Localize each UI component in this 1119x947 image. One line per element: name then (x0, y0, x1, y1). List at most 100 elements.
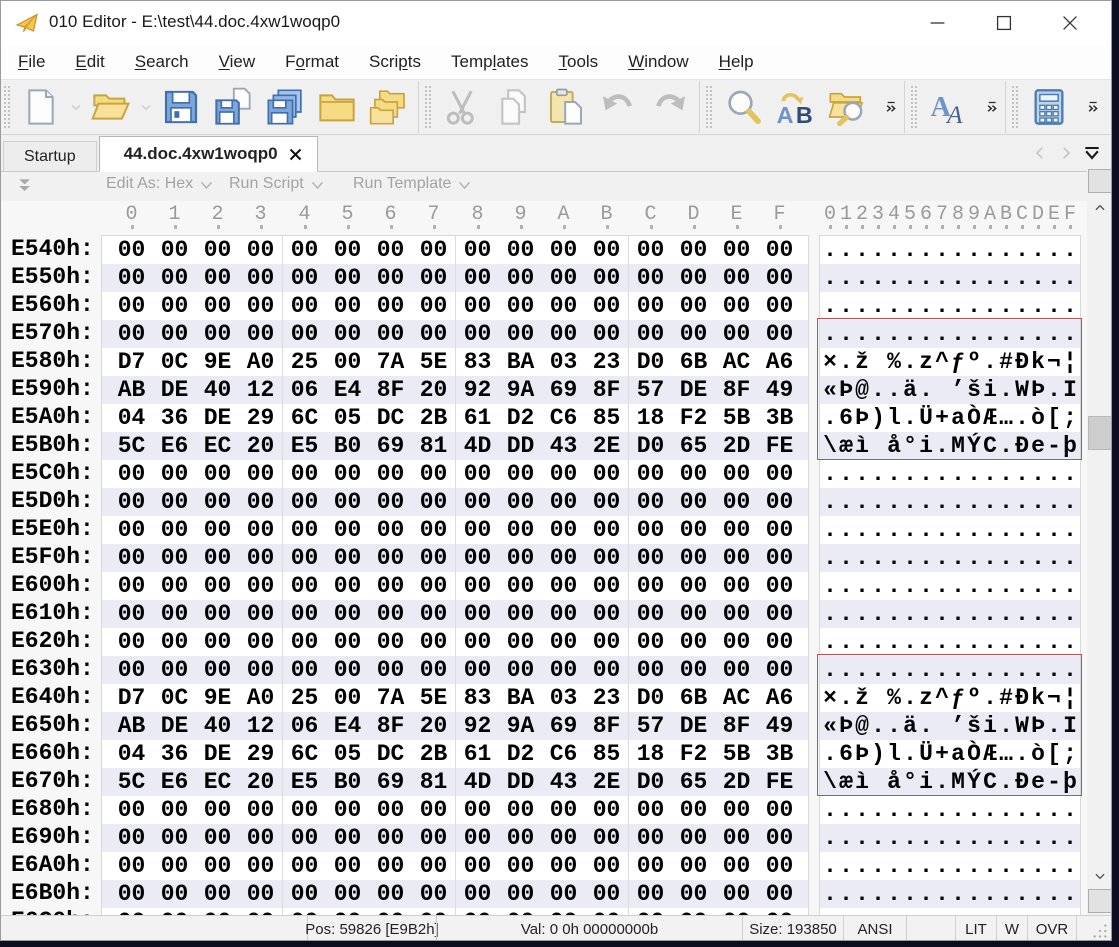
ascii-cell[interactable]: . (838, 320, 854, 348)
byte-cell[interactable]: 00 (456, 236, 499, 264)
ascii-cell[interactable]: % (886, 348, 902, 376)
address-label[interactable]: E590h: (1, 375, 101, 403)
ascii-cell[interactable]: Þ (838, 376, 854, 404)
ascii-cell[interactable]: . (998, 236, 1014, 264)
byte-cell[interactable]: 9E (196, 348, 239, 376)
byte-cell[interactable]: 8F (369, 712, 412, 740)
byte-cell[interactable]: 00 (499, 824, 542, 852)
byte-cell[interactable]: B0 (326, 432, 369, 460)
byte-cell[interactable]: 00 (672, 544, 715, 572)
ascii-cell[interactable]: I (1062, 376, 1078, 404)
ascii-row[interactable]: ................ (820, 628, 1080, 656)
ascii-cell[interactable]: M (950, 432, 966, 460)
byte-cell[interactable]: 00 (672, 628, 715, 656)
byte-cell[interactable]: BA (499, 684, 542, 712)
byte-cell[interactable]: 7A (369, 348, 412, 376)
calculator-button[interactable] (1023, 84, 1075, 130)
byte-cell[interactable]: 00 (239, 320, 282, 348)
address-label[interactable]: E690h: (1, 823, 101, 851)
byte-cell[interactable]: 5E (412, 684, 455, 712)
byte-cell[interactable]: 03 (542, 348, 585, 376)
ascii-cell[interactable]: % (886, 684, 902, 712)
ascii-cell[interactable]: # (998, 684, 1014, 712)
ascii-cell[interactable]: . (934, 656, 950, 684)
byte-cell[interactable]: 83 (456, 348, 499, 376)
ascii-cell[interactable]: . (838, 572, 854, 600)
byte-cell[interactable]: 00 (758, 236, 801, 264)
byte-cell[interactable]: 23 (585, 348, 628, 376)
undo-button[interactable] (592, 84, 644, 130)
ascii-row[interactable]: ................ (820, 236, 1080, 264)
ascii-cell[interactable]: . (854, 544, 870, 572)
ascii-cell[interactable]: . (854, 292, 870, 320)
hex-row[interactable]: ABDE401206E48F20929A698F57DE8F49 (102, 712, 808, 740)
byte-cell[interactable]: 00 (369, 824, 412, 852)
byte-cell[interactable]: 40 (196, 712, 239, 740)
byte-cell[interactable]: 00 (153, 600, 196, 628)
byte-cell[interactable]: 00 (239, 880, 282, 908)
ascii-cell[interactable]: . (902, 656, 918, 684)
ascii-cell[interactable]: . (902, 740, 918, 768)
menu-help[interactable]: Help (704, 48, 769, 76)
ascii-cell[interactable]: ä (902, 376, 918, 404)
ascii-row[interactable]: .6Þ)l.Ü+aÒÆ….ò[; (820, 740, 1080, 768)
ascii-cell[interactable]: . (1046, 880, 1062, 908)
byte-cell[interactable]: 06 (283, 712, 326, 740)
byte-cell[interactable]: 00 (110, 292, 153, 320)
byte-cell[interactable]: 00 (283, 796, 326, 824)
ascii-cell[interactable]: . (966, 264, 982, 292)
byte-cell[interactable]: 00 (369, 796, 412, 824)
byte-cell[interactable]: 05 (326, 740, 369, 768)
ascii-cell[interactable]: Þ (1030, 712, 1046, 740)
ascii-cell[interactable]: . (950, 852, 966, 880)
byte-cell[interactable]: 00 (715, 320, 758, 348)
byte-cell[interactable]: 00 (542, 852, 585, 880)
status-word-toggle[interactable]: W (996, 916, 1027, 941)
overflow-button[interactable] (982, 84, 1002, 130)
byte-cell[interactable]: 00 (542, 824, 585, 852)
hex-row[interactable]: 00000000000000000000000000000000 (102, 572, 808, 600)
ascii-cell[interactable]: 6 (838, 404, 854, 432)
ascii-cell[interactable]: . (934, 516, 950, 544)
address-label[interactable]: E560h: (1, 291, 101, 319)
byte-cell[interactable]: 00 (153, 880, 196, 908)
byte-cell[interactable]: 00 (283, 544, 326, 572)
ascii-cell[interactable]: Ü (918, 740, 934, 768)
address-label[interactable]: E650h: (1, 711, 101, 739)
ascii-cell[interactable]: . (982, 852, 998, 880)
ascii-cell[interactable]: ¬ (1046, 684, 1062, 712)
ascii-cell[interactable]: . (998, 432, 1014, 460)
ascii-cell[interactable]: . (1046, 292, 1062, 320)
byte-cell[interactable]: 00 (499, 320, 542, 348)
ascii-cell[interactable]: . (854, 488, 870, 516)
cut-button[interactable] (436, 84, 488, 130)
ascii-cell[interactable]: Ü (918, 404, 934, 432)
ascii-cell[interactable]: . (950, 824, 966, 852)
ascii-cell[interactable]: . (902, 488, 918, 516)
byte-cell[interactable]: 03 (542, 684, 585, 712)
byte-cell[interactable]: 00 (326, 572, 369, 600)
ascii-cell[interactable]: . (982, 684, 998, 712)
ascii-cell[interactable]: @ (854, 712, 870, 740)
ascii-cell[interactable]: . (838, 880, 854, 908)
ascii-cell[interactable]: . (870, 292, 886, 320)
byte-cell[interactable]: 00 (283, 824, 326, 852)
byte-cell[interactable]: 00 (672, 572, 715, 600)
byte-cell[interactable]: 20 (412, 376, 455, 404)
byte-cell[interactable]: 00 (499, 264, 542, 292)
hex-row[interactable]: D70C9EA025007A5E83BA0323D06BACA6 (102, 348, 808, 376)
byte-cell[interactable]: 00 (499, 236, 542, 264)
ascii-cell[interactable]: ’ (950, 376, 966, 404)
ascii-cell[interactable]: . (886, 376, 902, 404)
byte-cell[interactable]: 00 (672, 292, 715, 320)
byte-cell[interactable]: 00 (283, 600, 326, 628)
byte-cell[interactable]: 00 (196, 460, 239, 488)
ascii-cell[interactable]: . (998, 516, 1014, 544)
byte-cell[interactable]: EC (196, 432, 239, 460)
byte-cell[interactable]: 00 (239, 264, 282, 292)
ascii-cell[interactable]: . (1046, 516, 1062, 544)
byte-cell[interactable]: 00 (110, 516, 153, 544)
byte-cell[interactable]: 00 (629, 600, 672, 628)
byte-cell[interactable]: 00 (672, 656, 715, 684)
ascii-cell[interactable]: . (918, 544, 934, 572)
